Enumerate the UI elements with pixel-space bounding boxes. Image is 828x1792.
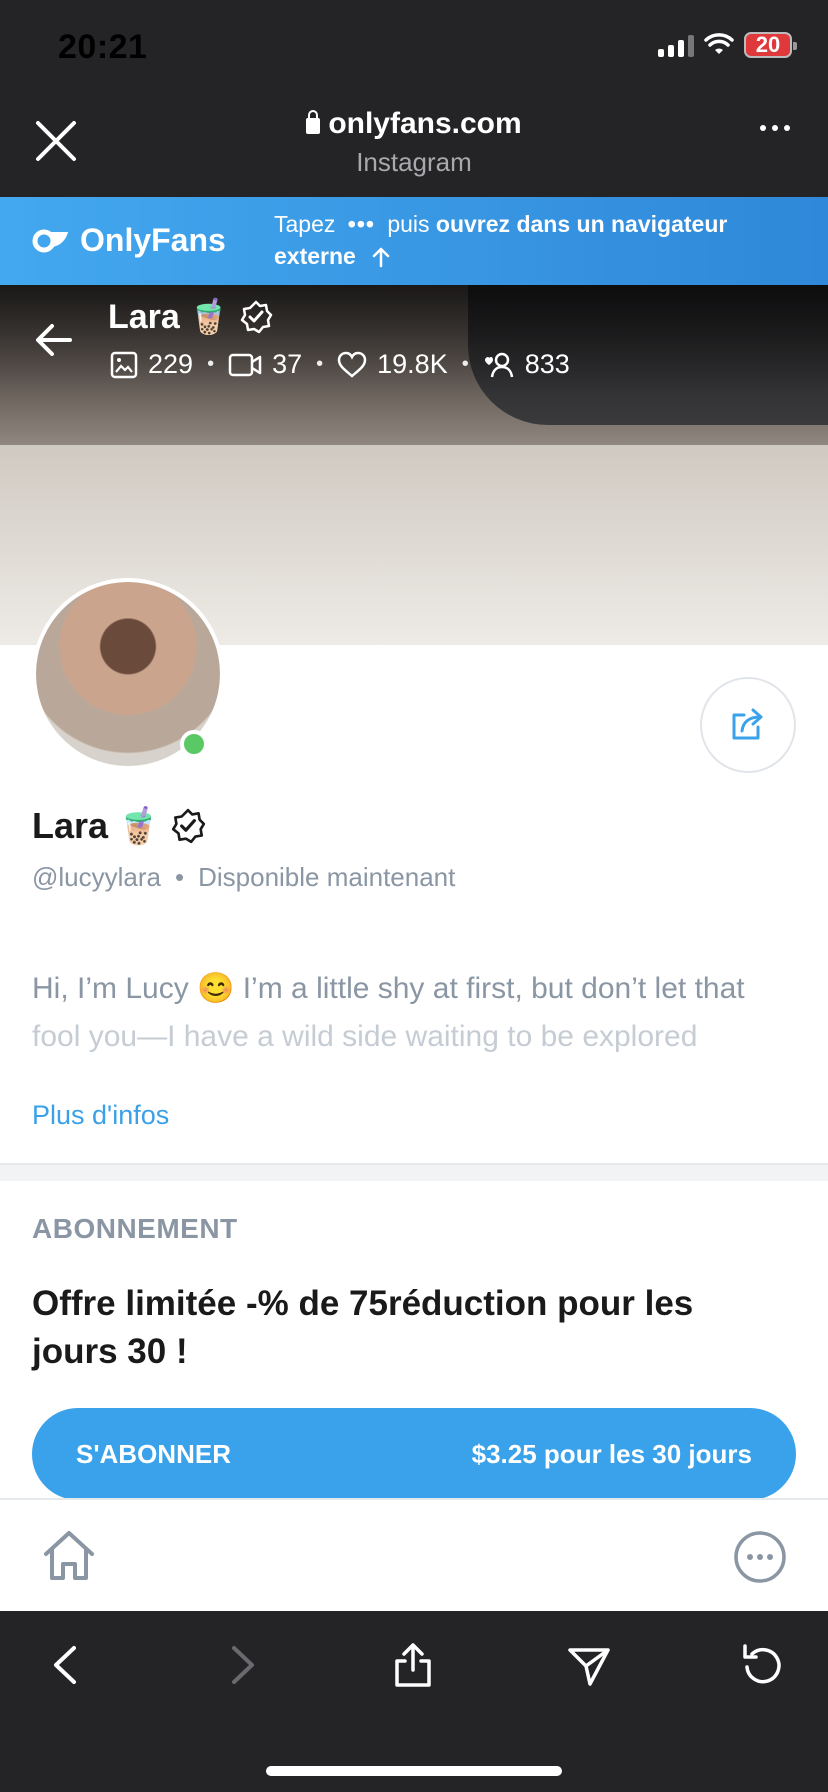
share-button[interactable] — [700, 677, 796, 773]
arrow-up-icon — [372, 247, 390, 268]
subscription-offer: Offre limitée -% de 75réduction pour les… — [32, 1284, 694, 1371]
profile-name-emoji: 🧋 — [116, 805, 161, 846]
availability-status: Disponible maintenant — [198, 862, 456, 892]
verified-icon — [240, 300, 273, 334]
subscribe-button-price: $3.25 pour les 30 jours — [471, 1438, 752, 1469]
banner-text-middle: puis — [387, 211, 430, 237]
subscription-heading: ABONNEMENT — [32, 1213, 238, 1244]
profile-bio: Hi, I’m Lucy 😊 I’m a little shy at first… — [32, 965, 802, 1061]
forward-icon[interactable] — [218, 1642, 264, 1688]
stat-videos: 37 — [228, 349, 302, 380]
handle-line: @lucyylara • Disponible maintenant — [32, 862, 455, 893]
onlyfans-logo-text: OnlyFans — [80, 222, 226, 258]
home-indicator[interactable] — [266, 1766, 562, 1776]
browser-subtitle: Instagram — [356, 147, 472, 177]
section-divider — [0, 1163, 828, 1181]
profile-name-text: Lara — [32, 805, 109, 846]
banner-text-prefix: Tapez — [274, 211, 336, 237]
subscribe-button[interactable]: S'ABONNER $3.25 pour les 30 jours — [32, 1408, 796, 1500]
url-bar[interactable]: onlyfans.com Instagram — [0, 107, 828, 178]
signal-icon — [658, 33, 694, 57]
cover-name-emoji: 🧋 — [187, 298, 231, 336]
heart-icon — [337, 351, 367, 378]
send-icon[interactable] — [566, 1642, 612, 1688]
stat-likes-value: 19.8K — [377, 349, 448, 379]
more-info-link[interactable]: Plus d'infos — [32, 1100, 169, 1131]
wifi-icon — [704, 33, 734, 54]
stat-photos-value: 229 — [148, 349, 194, 379]
subscribe-button-label: S'ABONNER — [76, 1438, 231, 1469]
fans-icon — [484, 352, 513, 377]
home-icon[interactable] — [40, 1528, 98, 1584]
cover-name-text: Lara — [108, 297, 180, 336]
profile-handle: @lucyylara — [32, 862, 161, 892]
cover-stats: 229 • 37 • 19.8K • 833 — [110, 349, 570, 380]
browser-bottom-bar — [0, 1611, 828, 1792]
stat-videos-value: 37 — [272, 349, 303, 379]
bio-line-1: Hi, I’m Lucy 😊 I’m a little shy at first… — [32, 972, 745, 1005]
verified-icon — [171, 808, 206, 844]
back-arrow-icon[interactable] — [34, 322, 74, 358]
separator-dot: • — [174, 862, 185, 892]
app-bottom-bar — [0, 1498, 828, 1611]
image-icon — [110, 351, 138, 378]
cover-profile-name: Lara 🧋 — [108, 297, 274, 337]
lock-icon — [306, 110, 321, 134]
bio-line-2: fool you—I have a wild side waiting to b… — [32, 1020, 698, 1053]
reload-icon[interactable] — [740, 1642, 786, 1688]
online-status-dot — [180, 730, 208, 758]
share-page-icon[interactable] — [390, 1642, 436, 1688]
onlyfans-logo: OnlyFans — [32, 222, 226, 259]
stat-fans-value: 833 — [524, 349, 570, 379]
stat-likes: 19.8K — [337, 349, 448, 380]
banner-text-bold: ouvrez dans un navigateur externe — [274, 211, 728, 269]
share-icon — [732, 708, 763, 740]
video-icon — [228, 353, 262, 376]
profile-name: Lara 🧋 — [32, 805, 207, 847]
banner-instructions: Tapez ••• puis ouvrez dans un navigateur… — [274, 208, 794, 272]
url-text: onlyfans.com — [328, 107, 522, 140]
status-icons: 20 — [658, 32, 797, 58]
ellipsis-icon: ••• — [347, 211, 375, 237]
onlyfans-logo-icon — [32, 229, 68, 252]
more-menu-icon[interactable] — [733, 1530, 787, 1584]
stat-photos: 229 — [110, 349, 193, 380]
back-icon[interactable] — [44, 1642, 90, 1688]
more-options-icon[interactable] — [760, 125, 790, 131]
status-time: 20:21 — [58, 28, 148, 66]
stat-fans: 833 — [483, 349, 570, 380]
battery-indicator: 20 — [744, 32, 797, 58]
